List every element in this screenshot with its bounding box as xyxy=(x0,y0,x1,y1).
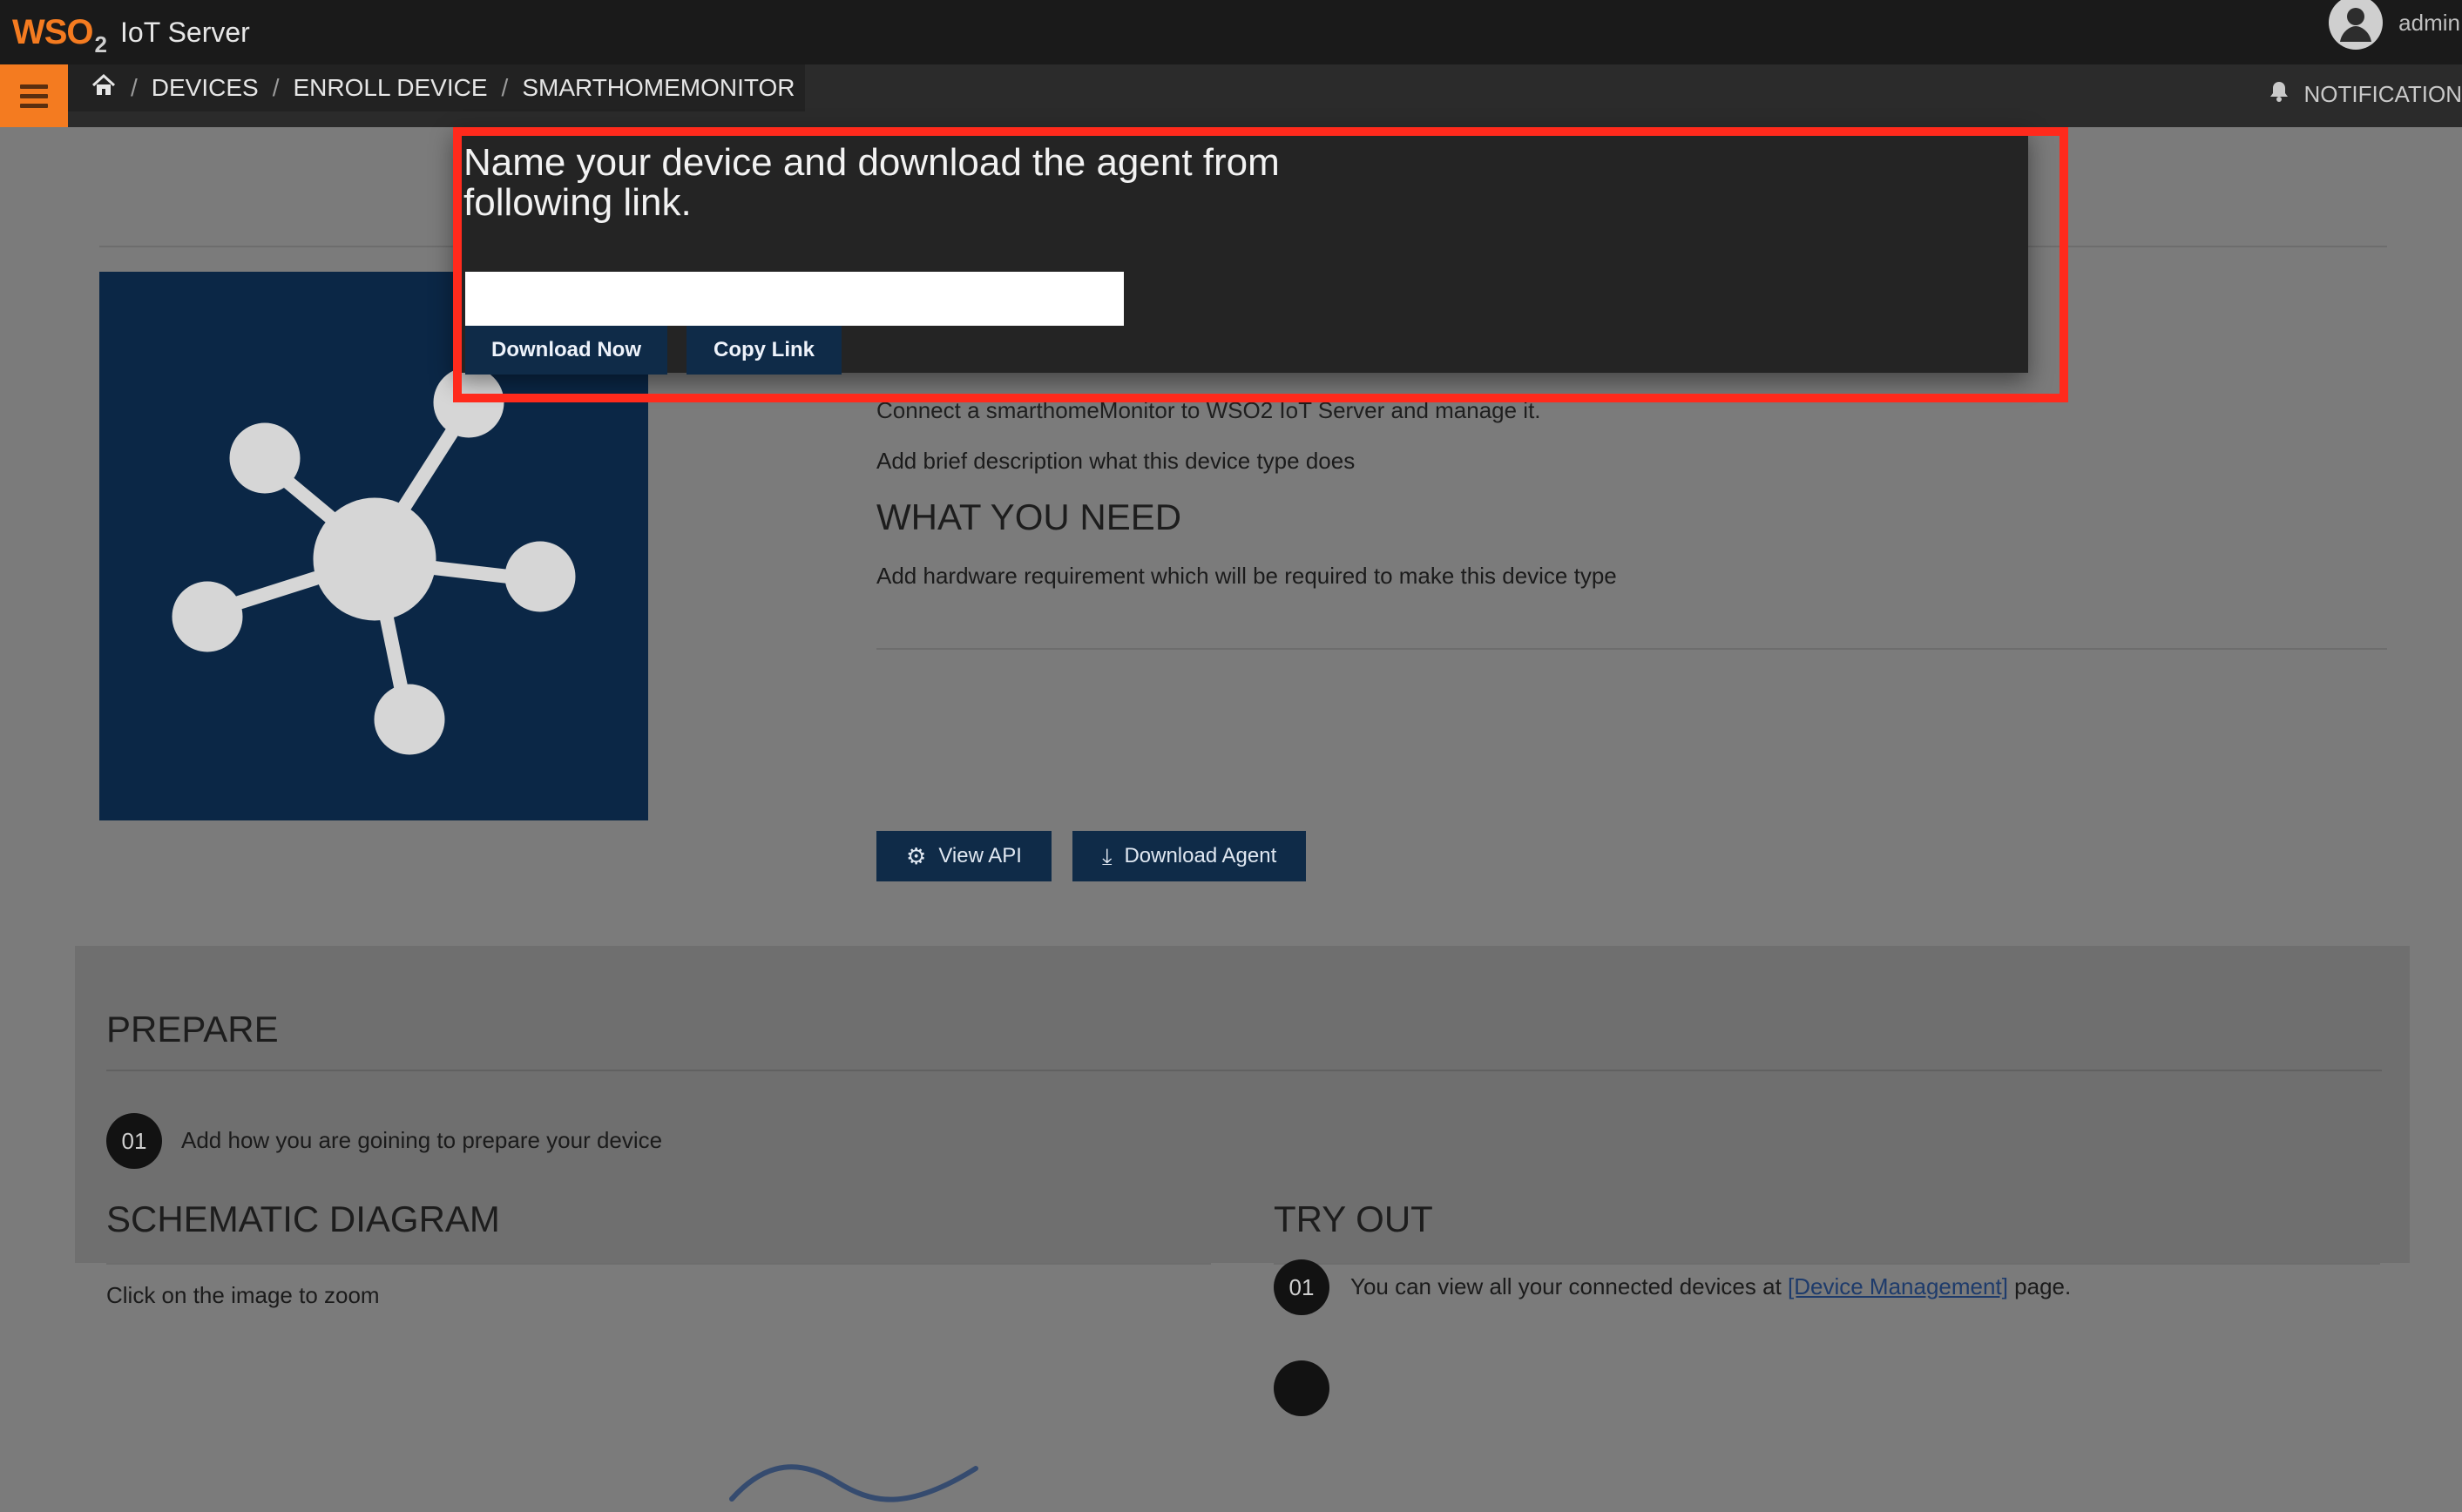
product-name: IoT Server xyxy=(120,16,250,48)
view-api-button[interactable]: ⚙ View API xyxy=(876,831,1052,881)
device-actions: ⚙ View API ⤓ Download Agent xyxy=(876,831,1307,881)
breadcrumb-separator: / xyxy=(131,74,138,101)
user-name[interactable]: admin xyxy=(2398,10,2460,37)
download-icon: ⤓ xyxy=(1101,843,1113,869)
device-name-modal: Name your device and download the agent … xyxy=(455,127,2028,375)
wso2-logo[interactable]: WSO 2 IoT Server xyxy=(12,7,250,57)
prepare-step-text: Add how you are goining to prepare your … xyxy=(181,1127,663,1154)
divider xyxy=(876,648,2387,650)
device-management-link[interactable]: [Device Management] xyxy=(1788,1273,2008,1299)
what-you-need-title: WHAT YOU NEED xyxy=(876,496,1182,537)
logo-subscript: 2 xyxy=(94,30,108,57)
breadcrumb-smarthomemonitor: SMARTHOMEMONITOR xyxy=(522,74,795,101)
download-agent-label: Download Agent xyxy=(1124,844,1277,867)
device-description-intro: Connect a smarthomeMonitor to WSO2 IoT S… xyxy=(876,397,1541,423)
top-bar: WSO 2 IoT Server admin xyxy=(0,0,2462,64)
what-you-need-text: Add hardware requirement which will be r… xyxy=(876,563,1617,589)
notification-button[interactable]: NOTIFICATION xyxy=(2269,80,2462,109)
breadcrumb-separator: / xyxy=(501,74,509,101)
copy-link-button[interactable]: Copy Link xyxy=(687,326,842,375)
divider xyxy=(106,1263,1211,1265)
nav-bar: / DEVICES / ENROLL DEVICE / SMARTHOMEMON… xyxy=(0,64,2462,127)
prepare-step: 01 Add how you are goining to prepare yo… xyxy=(106,1113,662,1169)
step-number-next xyxy=(1274,1360,1329,1416)
logo-text: WSO xyxy=(12,12,94,51)
home-icon[interactable] xyxy=(91,72,117,105)
user-avatar-icon[interactable] xyxy=(2329,0,2384,50)
breadcrumb: / DEVICES / ENROLL DEVICE / SMARTHOMEMON… xyxy=(68,64,805,111)
device-description-text: Add brief description what this device t… xyxy=(876,448,1356,474)
bell-icon xyxy=(2269,80,2290,109)
download-now-button[interactable]: Download Now xyxy=(465,326,667,375)
schematic-hint: Click on the image to zoom xyxy=(106,1282,380,1308)
tryout-title: TRY OUT xyxy=(1274,1198,1433,1239)
modal-title: Name your device and download the agent … xyxy=(463,141,1280,224)
download-agent-button[interactable]: ⤓ Download Agent xyxy=(1072,831,1307,881)
breadcrumb-separator: / xyxy=(272,74,280,101)
gear-icon: ⚙ xyxy=(906,843,927,869)
step-number: 01 xyxy=(106,1113,162,1169)
prepare-title: PREPARE xyxy=(106,1009,279,1050)
tryout-step-text: You can view all your connected devices … xyxy=(1350,1273,2071,1300)
breadcrumb-enroll-device[interactable]: ENROLL DEVICE xyxy=(294,74,488,102)
divider xyxy=(106,1070,2382,1071)
device-name-input[interactable] xyxy=(465,272,1124,326)
tryout-step: 01 You can view all your connected devic… xyxy=(1274,1259,2071,1315)
schematic-preview-image[interactable] xyxy=(714,1451,993,1512)
hamburger-icon[interactable] xyxy=(0,64,68,127)
tryout-text-before: You can view all your connected devices … xyxy=(1350,1273,1789,1300)
view-api-label: View API xyxy=(938,844,1022,867)
step-number: 01 xyxy=(1274,1259,1329,1315)
user-menu[interactable]: admin xyxy=(2329,0,2462,50)
schematic-title: SCHEMATIC DIAGRAM xyxy=(106,1198,500,1239)
tryout-text-after: page. xyxy=(2014,1273,2072,1300)
notification-label: NOTIFICATION xyxy=(2303,81,2462,107)
logo-mark: WSO 2 xyxy=(12,12,107,57)
breadcrumb-devices[interactable]: DEVICES xyxy=(152,74,259,102)
